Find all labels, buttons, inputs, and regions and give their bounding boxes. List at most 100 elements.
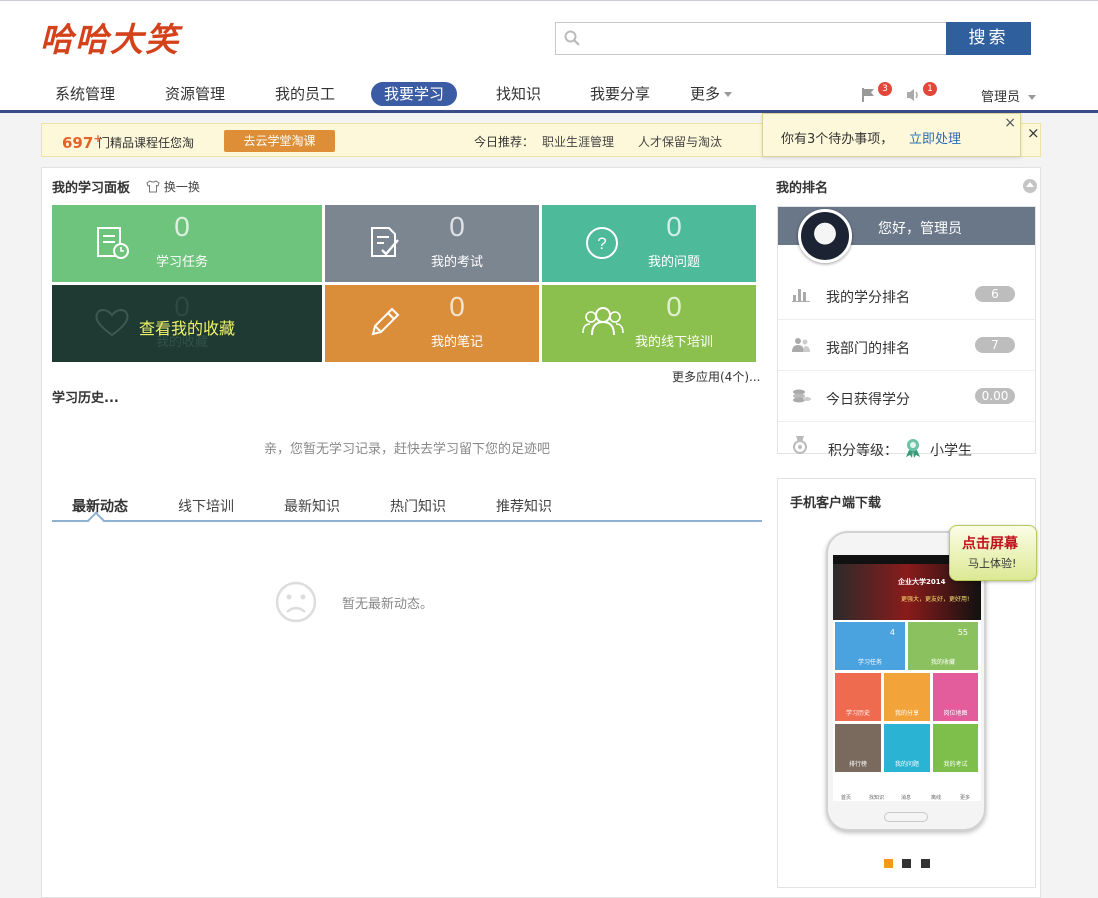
flag-icon[interactable]	[861, 87, 877, 103]
speaker-icon[interactable]	[905, 87, 921, 103]
question-icon: ?	[586, 227, 618, 259]
exam-icon	[371, 227, 399, 257]
phone-home-button	[884, 812, 928, 822]
search-input[interactable]	[555, 22, 947, 55]
phone-tile: 岗位地图	[933, 673, 978, 721]
carousel-dot[interactable]	[921, 859, 930, 868]
nav-item-find-knowledge[interactable]: 找知识	[483, 82, 554, 106]
phone-tile-label: 学习历史	[845, 710, 870, 717]
nav-item-employees[interactable]: 我的员工	[262, 82, 348, 106]
phone-tile-count: 4	[889, 628, 895, 637]
ranking-header: 您好，管理员	[778, 207, 1035, 263]
nav-item-share[interactable]: 我要分享	[577, 82, 663, 106]
coins-icon	[793, 389, 811, 403]
tile-label: 我的考试	[430, 255, 483, 270]
carousel-dot[interactable]	[902, 859, 911, 868]
user-name: 管理员	[981, 90, 1021, 105]
phone-tile-label: 学习任务	[857, 659, 882, 666]
phone-tile: 我的分享	[884, 673, 930, 721]
feed-tabs: 最新动态 线下培训 最新知识 热门知识 推荐知识	[52, 486, 762, 529]
tile-count: 0	[449, 211, 465, 242]
tile-favorites[interactable]: 0 我的收藏 查看我的收藏	[52, 285, 322, 362]
nav-item-resources[interactable]: 资源管理	[152, 82, 238, 106]
promo-text: 门精品课程任您淘	[98, 136, 195, 150]
phone-tile-label: 我的分享	[894, 710, 919, 717]
history-title[interactable]: 学习历史...	[52, 387, 119, 406]
phone-tile: 我的问题	[884, 724, 930, 772]
phone-nav-item: 首页	[841, 795, 852, 801]
rank-value: 7	[975, 337, 1015, 353]
phone-tile-label: 我的问题	[894, 761, 919, 768]
phone-tile: 学习历史	[835, 673, 881, 721]
logo[interactable]: 哈哈大笑	[40, 13, 180, 61]
tile-label: 我的问题	[647, 255, 700, 270]
todo-text: 你有3个待办事项，	[781, 132, 894, 147]
tile-label: 学习任务	[155, 255, 208, 270]
collapse-icon[interactable]	[1023, 179, 1037, 193]
search-button[interactable]: 搜索	[946, 22, 1031, 55]
switch-label: 换一换	[163, 180, 200, 194]
tile-tasks[interactable]: 0 学习任务	[52, 205, 322, 282]
chevron-down-icon	[1028, 95, 1037, 100]
chevron-down-icon	[724, 92, 733, 97]
level-label: 积分等级：	[828, 443, 898, 459]
phone-tile-label: 岗位地图	[943, 710, 968, 717]
tile-count: 0	[449, 291, 465, 322]
phone-tile-label: 我的考试	[943, 761, 968, 768]
avatar[interactable]	[798, 209, 852, 263]
tile-hover-label: 查看我的收藏	[138, 319, 235, 338]
bubble-title: 点击屏幕	[962, 536, 1018, 552]
phone-tile-label: 排行榜	[848, 761, 867, 768]
bar-chart-icon	[792, 289, 810, 302]
user-menu[interactable]: 管理员	[981, 86, 1037, 105]
close-icon[interactable]: ×	[1004, 115, 1016, 131]
tile-exams[interactable]: 0 我的考试	[325, 205, 539, 282]
tile-questions[interactable]: ? 0 我的问题	[542, 205, 756, 282]
switch-button[interactable]: 换一换	[146, 178, 200, 195]
feed-empty-text: 暂无最新动态。	[342, 597, 434, 612]
nav-item-more[interactable]: 更多	[677, 82, 745, 106]
svg-text:?: ?	[597, 234, 606, 253]
phone-tile: 4 学习任务	[835, 622, 905, 670]
ranking-panel: 您好，管理员 我的学分排名 6 我部门的排名 7 今日获得学分 0.00 积分等…	[777, 206, 1036, 459]
carousel-dot[interactable]	[884, 859, 893, 868]
tab-new-knowledge[interactable]: 最新知识	[284, 496, 340, 516]
sound-badge: 1	[923, 82, 937, 96]
promo-count-value: 697	[62, 134, 94, 152]
level-badge-icon	[906, 439, 920, 458]
more-apps-link[interactable]: 更多应用(4个)...	[672, 368, 760, 385]
rank-row-level: 积分等级： 小学生	[778, 422, 1035, 473]
people-icon	[792, 338, 810, 352]
promo-button[interactable]: 去云学堂淘课	[224, 130, 335, 152]
sad-face-icon	[275, 581, 317, 623]
tab-offline-training[interactable]: 线下培训	[178, 496, 234, 516]
history-empty-text: 亲，您暂无学习记录，赶快去学习留下您的足迹吧	[263, 442, 550, 457]
rank-row-credits[interactable]: 我的学分排名 6	[778, 269, 1035, 320]
rank-value: 0.00	[975, 388, 1015, 404]
close-icon[interactable]: ×	[1027, 124, 1040, 142]
rank-row-department[interactable]: 我部门的排名 7	[778, 320, 1035, 371]
mobile-title: 手机客户端下载	[790, 496, 882, 511]
tile-offline-training[interactable]: 0 我的线下培训	[542, 285, 756, 362]
nav-more-label: 更多	[690, 85, 721, 103]
try-now-bubble[interactable]: 点击屏幕 马上体验!	[949, 525, 1037, 581]
recommend-item[interactable]: 职业生涯管理	[542, 133, 614, 150]
todo-link[interactable]: 立即处理	[909, 128, 961, 147]
nav-item-system[interactable]: 系统管理	[42, 82, 128, 106]
phone-banner-sub: 更强大，更友好，更好用!	[901, 596, 970, 603]
rank-row-today[interactable]: 今日获得学分 0.00	[778, 371, 1035, 422]
recommend-item[interactable]: 人才保留与淘汰	[638, 133, 722, 150]
rank-value: 6	[975, 286, 1015, 302]
tab-hot-knowledge[interactable]: 热门知识	[390, 496, 446, 516]
tab-recommended[interactable]: 推荐知识	[496, 496, 552, 516]
panel-title: 我的学习面板	[52, 181, 131, 196]
main-nav: 系统管理 资源管理 我的员工 我要学习 找知识 我要分享 更多 3 1 管理员	[0, 76, 1098, 113]
tile-notes[interactable]: 0 我的笔记	[325, 285, 539, 362]
nav-item-learn[interactable]: 我要学习	[371, 82, 458, 106]
tab-latest[interactable]: 最新动态	[72, 496, 128, 516]
phone-nav-item: 离线	[931, 795, 942, 801]
phone-nav-item: 消息	[901, 795, 912, 801]
phone-tile: 我的考试	[933, 724, 978, 772]
search-icon	[564, 30, 580, 46]
pencil-icon	[371, 307, 400, 336]
